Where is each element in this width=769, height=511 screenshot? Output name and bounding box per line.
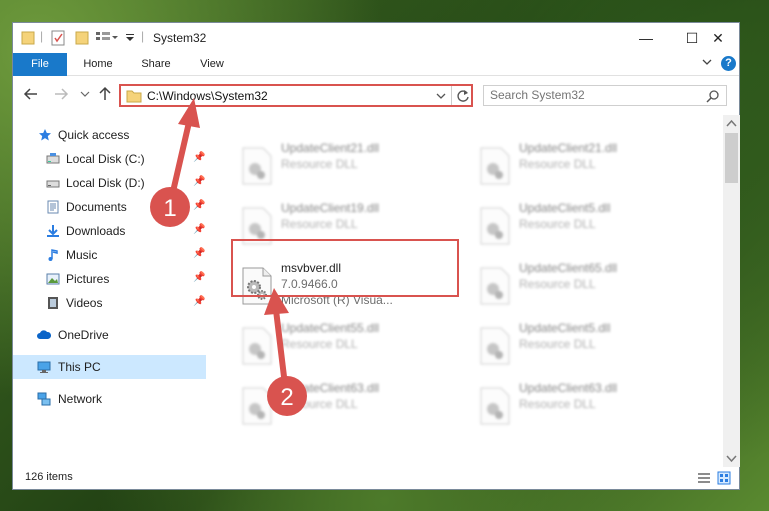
annotation-arrow-2	[264, 288, 289, 388]
step-label-2: 2	[280, 384, 293, 411]
annotation-overlay: 1 2	[150, 98, 307, 416]
annotation-arrow-1	[169, 98, 200, 199]
step-label-1: 1	[163, 195, 176, 222]
